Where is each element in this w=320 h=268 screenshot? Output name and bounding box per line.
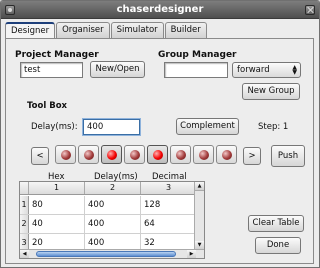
scroll-left-icon[interactable]: ◀ — [20, 250, 29, 258]
scroll-thumb[interactable] — [36, 251, 176, 257]
close-icon[interactable] — [305, 5, 315, 15]
title-bar[interactable]: chaserdesigner — [1, 1, 319, 19]
next-step-button[interactable]: > — [243, 147, 261, 165]
table-cell[interactable]: 80 — [29, 196, 85, 214]
led-icon — [84, 150, 94, 160]
new-open-button[interactable]: New/Open — [90, 61, 145, 78]
led-toggle-1[interactable] — [55, 145, 76, 164]
push-button[interactable]: Push — [271, 145, 305, 167]
led-toggle-4[interactable] — [124, 145, 145, 164]
sequence-table[interactable]: 1 2 3 1 80 400 128 2 40 400 64 3 20 400 … — [19, 181, 205, 259]
designer-panel: Project Manager test New/Open Group Mana… — [5, 38, 314, 264]
table-cell[interactable]: 400 — [85, 196, 141, 214]
table-cell[interactable]: 64 — [141, 215, 197, 233]
tool-box-label: Tool Box — [27, 101, 68, 111]
direction-select[interactable]: forward ▲ ▼ — [232, 62, 301, 78]
table-row[interactable]: 2 40 400 64 — [20, 215, 204, 234]
tab-builder[interactable]: Builder — [164, 22, 207, 38]
led-icon — [176, 150, 186, 160]
app-window: chaserdesigner Designer Organiser Simula… — [0, 0, 320, 268]
column-header-1[interactable]: 1 — [29, 182, 85, 194]
led-icon — [61, 150, 71, 160]
led-toggle-2[interactable] — [78, 145, 99, 164]
tab-organiser[interactable]: Organiser — [56, 22, 110, 38]
table-row[interactable]: 1 80 400 128 — [20, 196, 204, 215]
row-number: 2 — [20, 215, 29, 233]
tab-designer[interactable]: Designer — [5, 22, 56, 39]
led-icon — [130, 150, 140, 160]
done-button[interactable]: Done — [255, 237, 301, 254]
select-arrows-icon: ▲ ▼ — [292, 64, 297, 76]
prev-step-button[interactable]: < — [31, 147, 49, 165]
step-value: 1 — [282, 122, 289, 132]
led-toggle-3[interactable] — [101, 145, 122, 164]
project-name-input[interactable]: test — [20, 62, 83, 78]
led-toggle-7[interactable] — [193, 145, 214, 164]
horizontal-scrollbar[interactable]: ◀ ▶ — [20, 249, 196, 258]
scroll-down-icon[interactable]: ▼ — [195, 241, 204, 250]
project-manager-label: Project Manager — [15, 50, 99, 60]
delay-label: Delay(ms): — [31, 122, 78, 132]
led-icon — [222, 150, 232, 160]
row-number: 1 — [20, 196, 29, 214]
direction-select-value: forward — [237, 65, 270, 75]
tab-bar: Designer Organiser Simulator Builder — [5, 22, 208, 39]
table-cell[interactable]: 400 — [85, 215, 141, 233]
corner-header — [20, 182, 29, 194]
led-toggle-8[interactable] — [216, 145, 237, 164]
step-label: Step: — [258, 122, 281, 132]
scroll-right-icon[interactable]: ▶ — [187, 250, 196, 258]
column-header-2[interactable]: 2 — [85, 182, 141, 194]
led-icon — [107, 150, 117, 160]
table-header: 1 2 3 — [20, 182, 204, 195]
table-cell[interactable]: 40 — [29, 215, 85, 233]
step-indicator: Step: 1 — [258, 122, 288, 132]
window-title: chaserdesigner — [116, 4, 204, 15]
led-toggle-6[interactable] — [170, 145, 191, 164]
group-name-input[interactable] — [164, 62, 228, 78]
led-toggle-row — [55, 145, 239, 164]
group-manager-label: Group Manager — [158, 50, 237, 60]
delay-input[interactable]: 400 — [83, 119, 140, 135]
scroll-up-icon[interactable]: ▲ — [195, 182, 204, 191]
tab-simulator[interactable]: Simulator — [110, 22, 164, 38]
table-cell[interactable]: 128 — [141, 196, 197, 214]
new-group-button[interactable]: New Group — [242, 83, 300, 100]
column-header-3[interactable]: 3 — [141, 182, 197, 194]
led-toggle-5[interactable] — [147, 145, 168, 164]
led-icon — [153, 150, 163, 160]
led-icon — [199, 150, 209, 160]
clear-table-button[interactable]: Clear Table — [248, 215, 304, 232]
complement-button[interactable]: Complement — [176, 118, 239, 135]
vertical-scrollbar[interactable]: ▲ ▼ — [194, 182, 204, 258]
